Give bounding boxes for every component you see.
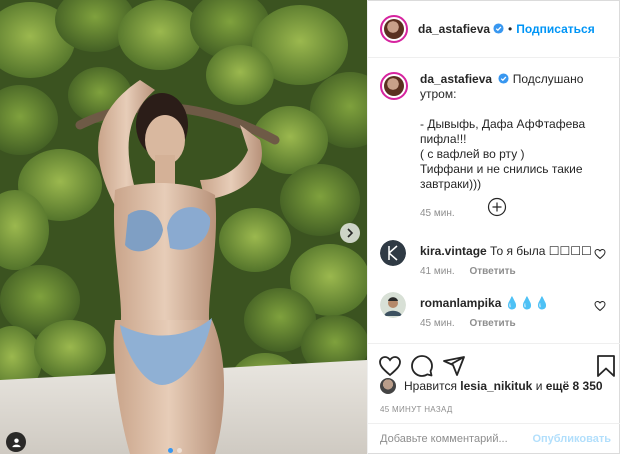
comment-item: kira.vintage То я была ☐☐☐☐ 41 мин. Отве… — [380, 240, 612, 277]
post-photo[interactable] — [0, 0, 367, 454]
liker-username[interactable]: lesia_nikituk — [460, 379, 532, 393]
commenter-avatar[interactable] — [380, 292, 406, 318]
author-username[interactable]: da_astafieva — [418, 22, 490, 36]
comment-time[interactable]: 45 мин. — [420, 318, 455, 329]
heart-icon[interactable] — [378, 354, 402, 378]
publish-button[interactable]: Опубликовать — [532, 433, 611, 445]
caption-line: завтраки))) — [420, 177, 482, 191]
header-separator: • — [508, 21, 513, 36]
reply-button[interactable]: Ответить — [469, 318, 515, 329]
user-tag-button[interactable] — [6, 432, 26, 452]
comment-text: 💧💧💧 — [504, 296, 550, 310]
load-more-comments-icon[interactable] — [487, 197, 507, 217]
share-icon[interactable] — [442, 354, 466, 378]
commenter-avatar[interactable] — [380, 240, 406, 266]
reply-button[interactable]: Ответить — [469, 266, 515, 277]
chevron-right-icon — [347, 228, 354, 238]
comment-time[interactable]: 41 мин. — [420, 266, 455, 277]
photo-illustration — [0, 0, 367, 454]
caption-line: ( с вафлей во рту ) — [420, 147, 525, 161]
liker-avatar[interactable] — [380, 378, 396, 394]
caption-line: - Дывыфь, Дафа АфФтафева пифла!!! — [420, 117, 586, 146]
caption-line: Тиффани и не снились такие — [420, 162, 583, 176]
bookmark-icon[interactable] — [594, 354, 618, 378]
caption-timestamp[interactable]: 45 мин. — [420, 206, 612, 221]
carousel-dot — [177, 448, 182, 453]
heart-icon[interactable] — [594, 300, 606, 312]
post-header: da_astafieva • Подписаться — [368, 0, 620, 58]
carousel-dot — [168, 448, 173, 453]
likes-count[interactable]: ещё 8 350 — [546, 379, 603, 393]
post-side-panel: da_astafieva • Подписаться da_astafieva … — [367, 0, 620, 454]
comment-item: romanlampika 💧💧💧 45 мин. Ответить — [380, 292, 612, 329]
caption-avatar[interactable] — [380, 72, 408, 100]
author-avatar[interactable] — [380, 14, 408, 43]
commenter-username[interactable]: romanlampika — [420, 296, 501, 310]
commenter-username[interactable]: kira.vintage — [420, 244, 487, 258]
caption-line — [420, 102, 612, 117]
caption-username[interactable]: da_astafieva — [420, 72, 492, 86]
likes-summary: Нравится lesia_nikituk и ещё 8 350 — [380, 378, 603, 394]
verified-badge-icon — [498, 73, 509, 84]
verified-badge-icon — [493, 23, 504, 34]
comment-composer: Опубликовать — [368, 423, 620, 454]
heart-icon[interactable] — [594, 248, 606, 260]
comment-text: То я была ☐☐☐☐ — [490, 244, 592, 258]
post-timestamp[interactable]: 45 МИНУТ НАЗАД — [380, 405, 453, 414]
comment-input[interactable] — [380, 433, 533, 445]
follow-button[interactable]: Подписаться — [516, 22, 594, 36]
user-tag-icon — [11, 437, 21, 447]
carousel-dots — [168, 448, 182, 453]
carousel-next-button[interactable] — [340, 223, 360, 243]
likes-conjunction: и — [535, 379, 543, 393]
likes-prefix: Нравится — [404, 379, 457, 393]
comment-icon[interactable] — [410, 354, 434, 378]
